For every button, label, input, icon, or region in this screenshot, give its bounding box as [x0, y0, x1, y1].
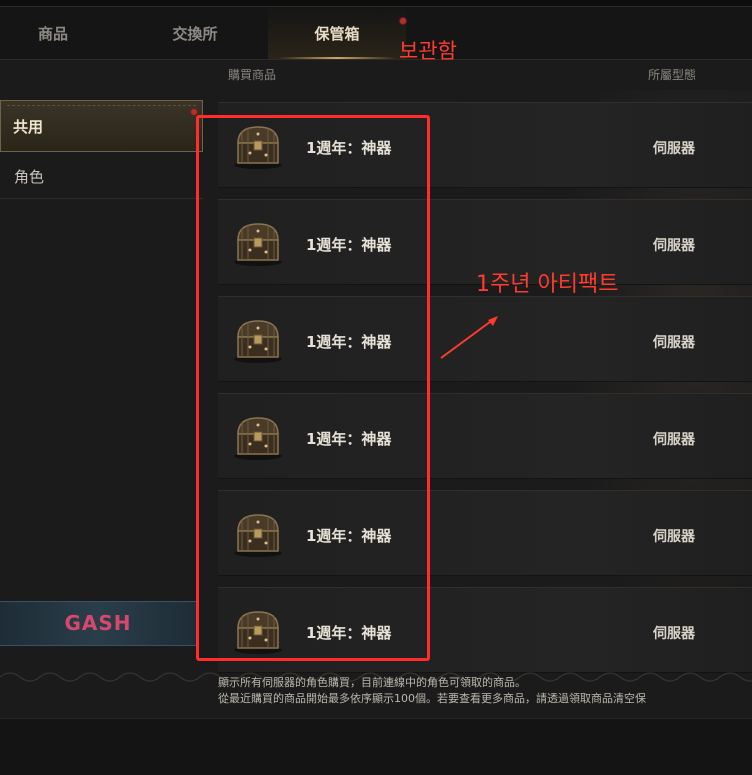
bottom-bar [0, 718, 752, 775]
item-type: 伺服器 [653, 141, 695, 157]
tab-storage[interactable]: 保管箱 [268, 7, 406, 59]
notification-dot [399, 17, 407, 25]
column-header-item: 購買商品 [228, 68, 277, 82]
top-strip [0, 0, 752, 7]
tab-shop[interactable]: 商品 [0, 7, 106, 59]
column-header-type: 所屬型態 [648, 68, 697, 82]
sidebar-item-shared[interactable]: 共用 [0, 100, 203, 152]
annotation-arrow-icon [440, 316, 498, 359]
item-type: 伺服器 [653, 626, 695, 642]
item-type: 伺服器 [653, 529, 695, 545]
highlight-box [196, 115, 430, 661]
ornament-pattern [7, 105, 196, 109]
sidebar-item-label: 共用 [13, 118, 44, 136]
annotation-storage-note: 보관함 [399, 39, 457, 63]
sidebar-item-character[interactable]: 角色 [0, 152, 203, 199]
footer-note-1: 顯示所有伺服器的角色購買，目前連線中的角色可領取的商品。 [218, 676, 526, 689]
footer-note-2: 從最近購買的商品開始最多依序顯示100個。若要查看更多商品，請透過領取商品清空保 [218, 692, 646, 705]
item-type: 伺服器 [653, 432, 695, 448]
sidebar-item-label: 角色 [14, 168, 45, 186]
tab-exchange[interactable]: 交換所 [140, 7, 250, 59]
item-type: 伺服器 [653, 238, 695, 254]
gash-button[interactable]: GASH [0, 601, 196, 646]
gash-logo: GASH [64, 611, 132, 635]
tab-bar: 商品 交換所 保管箱 [0, 7, 752, 60]
annotation-artifact-note: 1주년 아티팩트 [476, 272, 619, 297]
item-type: 伺服器 [653, 335, 695, 351]
